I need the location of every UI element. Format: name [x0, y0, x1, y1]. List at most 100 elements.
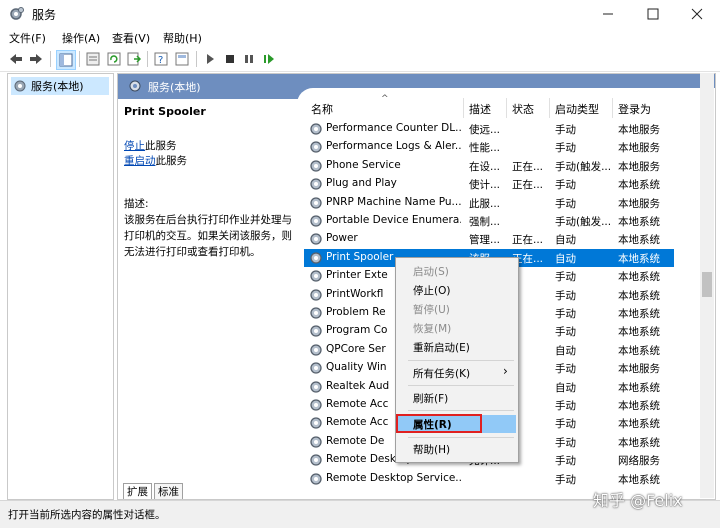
ctx-stop[interactable]: 停止(O) [413, 283, 450, 298]
table-row[interactable]: Plug and Play 使计... 正在... 手动 本地系统 [304, 175, 674, 193]
service-gear-icon [310, 436, 322, 448]
row-logon: 本地系统 [618, 216, 660, 228]
row-startup: 自动 [555, 234, 576, 247]
services-gear-icon [14, 80, 26, 92]
row-startup: 手动 [555, 197, 576, 210]
row-startup: 手动 [555, 124, 576, 136]
row-logon: 网络服务 [618, 455, 660, 468]
ctx-help[interactable]: 帮助(H) [413, 442, 450, 457]
view-button[interactable] [173, 50, 191, 68]
refresh-icon [107, 52, 121, 66]
close-button[interactable] [674, 0, 720, 28]
service-gear-icon [310, 215, 322, 227]
ctx-all-tasks[interactable]: 所有任务(K) [413, 366, 470, 381]
watermark: 知乎 @Felix [593, 491, 683, 510]
title-bar: 服务 [0, 0, 720, 28]
context-menu: 启动(S) 停止(O) 暂停(U) 恢复(M) 重新启动(E) 所有任务(K) … [395, 257, 519, 463]
refresh-button[interactable] [105, 50, 123, 68]
table-row[interactable]: Power 管理... 正在... 自动 本地系统 [304, 230, 674, 248]
table-row[interactable]: Performance Counter DL... 使远... 手动 本地服务 [304, 120, 674, 138]
scrollbar-thumb[interactable] [702, 272, 712, 297]
stop-service-button[interactable] [221, 50, 239, 68]
table-row[interactable]: Phone Service 在设... 正在... 手动(触发... 本地服务 [304, 157, 674, 175]
table-row[interactable]: Performance Logs & Aler... 性能... 手动 本地服务 [304, 138, 674, 156]
help-icon: ? [154, 52, 168, 66]
row-name: Performance Logs & Aler... [326, 140, 461, 153]
stop-service-line: 停止此服务 [124, 138, 177, 153]
menu-bar: 文件(F) 操作(A) 查看(V) 帮助(H) [0, 28, 720, 47]
ctx-start[interactable]: 启动(S) [413, 264, 449, 279]
row-logon: 本地服务 [618, 124, 660, 136]
row-logon: 本地服务 [618, 197, 660, 210]
column-startup-type[interactable]: 启动类型 [555, 101, 599, 117]
export-button[interactable] [125, 50, 143, 68]
stop-service-link[interactable]: 停止 [124, 140, 145, 152]
tab-standard[interactable]: 标准 [154, 483, 183, 499]
row-logon: 本地系统 [618, 381, 660, 394]
menu-file[interactable]: 文件(F) [9, 30, 46, 46]
maximize-button[interactable] [630, 0, 676, 28]
stop-service-suffix: 此服务 [145, 140, 177, 152]
close-icon [691, 8, 703, 20]
start-service-button[interactable] [201, 50, 219, 68]
row-status: 正在... [512, 160, 544, 173]
row-logon: 本地系统 [618, 252, 660, 265]
row-desc: 使计... [469, 179, 501, 192]
show-tree-icon [59, 53, 73, 67]
show-tree-button[interactable] [56, 50, 76, 70]
ctx-resume[interactable]: 恢复(M) [413, 321, 451, 336]
row-startup: 手动 [555, 271, 576, 284]
row-logon: 本地系统 [618, 308, 660, 320]
service-gear-icon [310, 288, 322, 301]
toolbar: ? [0, 47, 720, 72]
tree-item-label: 服务(本地) [31, 80, 84, 93]
submenu-arrow-icon: › [503, 364, 508, 378]
menu-help[interactable]: 帮助(H) [163, 30, 202, 46]
column-status[interactable]: 状态 [512, 101, 534, 117]
row-name: Portable Device Enumera... [326, 214, 461, 226]
row-logon: 本地系统 [618, 289, 660, 302]
tab-extended[interactable]: 扩展 [123, 483, 152, 499]
help-button[interactable]: ? [152, 50, 170, 68]
minimize-icon [603, 13, 613, 15]
row-name: PNRP Machine Name Pu... [326, 195, 461, 208]
table-row[interactable]: PNRP Machine Name Pu... 此服... 手动 本地服务 [304, 194, 674, 212]
menu-action[interactable]: 操作(A) [62, 30, 100, 46]
service-gear-icon [310, 380, 322, 393]
service-gear-icon [310, 178, 322, 190]
service-description: 描述: 该服务在后台执行打印作业并处理与打印机的交互。如果关闭该服务，则无法进行… [124, 196, 298, 260]
row-startup: 手动 [555, 400, 576, 412]
properties-button[interactable] [84, 50, 102, 68]
row-logon: 本地系统 [618, 271, 660, 284]
restart-service-button[interactable] [260, 50, 278, 68]
pause-service-button[interactable] [240, 50, 258, 68]
restart-service-link[interactable]: 重启动 [124, 155, 156, 167]
ctx-pause[interactable]: 暂停(U) [413, 302, 450, 317]
row-startup: 手动(触发... [555, 160, 611, 173]
column-description[interactable]: 描述 [469, 101, 491, 117]
restart-service-line: 重启动此服务 [124, 153, 187, 168]
ctx-refresh[interactable]: 刷新(F) [413, 391, 448, 406]
row-logon: 本地系统 [618, 400, 660, 412]
row-startup: 自动 [555, 344, 576, 357]
tree-item-local-services[interactable]: 服务(本地) [11, 77, 109, 95]
column-log-on-as[interactable]: 登录为 [618, 101, 651, 117]
menu-view[interactable]: 查看(V) [112, 30, 150, 46]
restart-service-suffix: 此服务 [155, 155, 188, 167]
service-gear-icon [310, 399, 322, 411]
description-text: 该服务在后台执行打印作业并处理与打印机的交互。如果关闭该服务，则无法进行打印或查… [124, 214, 292, 258]
service-gear-icon [310, 270, 322, 282]
column-name[interactable]: 名称 [311, 101, 333, 117]
row-startup: 手动 [555, 455, 576, 468]
service-gear-icon [310, 362, 322, 374]
table-row[interactable]: Portable Device Enumera... 强制... 手动(触发... 本… [304, 212, 674, 230]
minimize-button[interactable] [585, 0, 631, 28]
ctx-restart[interactable]: 重新启动(E) [413, 340, 470, 355]
forward-button[interactable] [27, 50, 45, 68]
window-title: 服务 [32, 8, 57, 22]
row-logon: 本地系统 [618, 418, 660, 431]
status-text: 打开当前所选内容的属性对话框。 [8, 509, 166, 521]
back-icon [10, 54, 22, 64]
back-button[interactable] [7, 50, 25, 68]
services-gear-icon [10, 7, 24, 20]
